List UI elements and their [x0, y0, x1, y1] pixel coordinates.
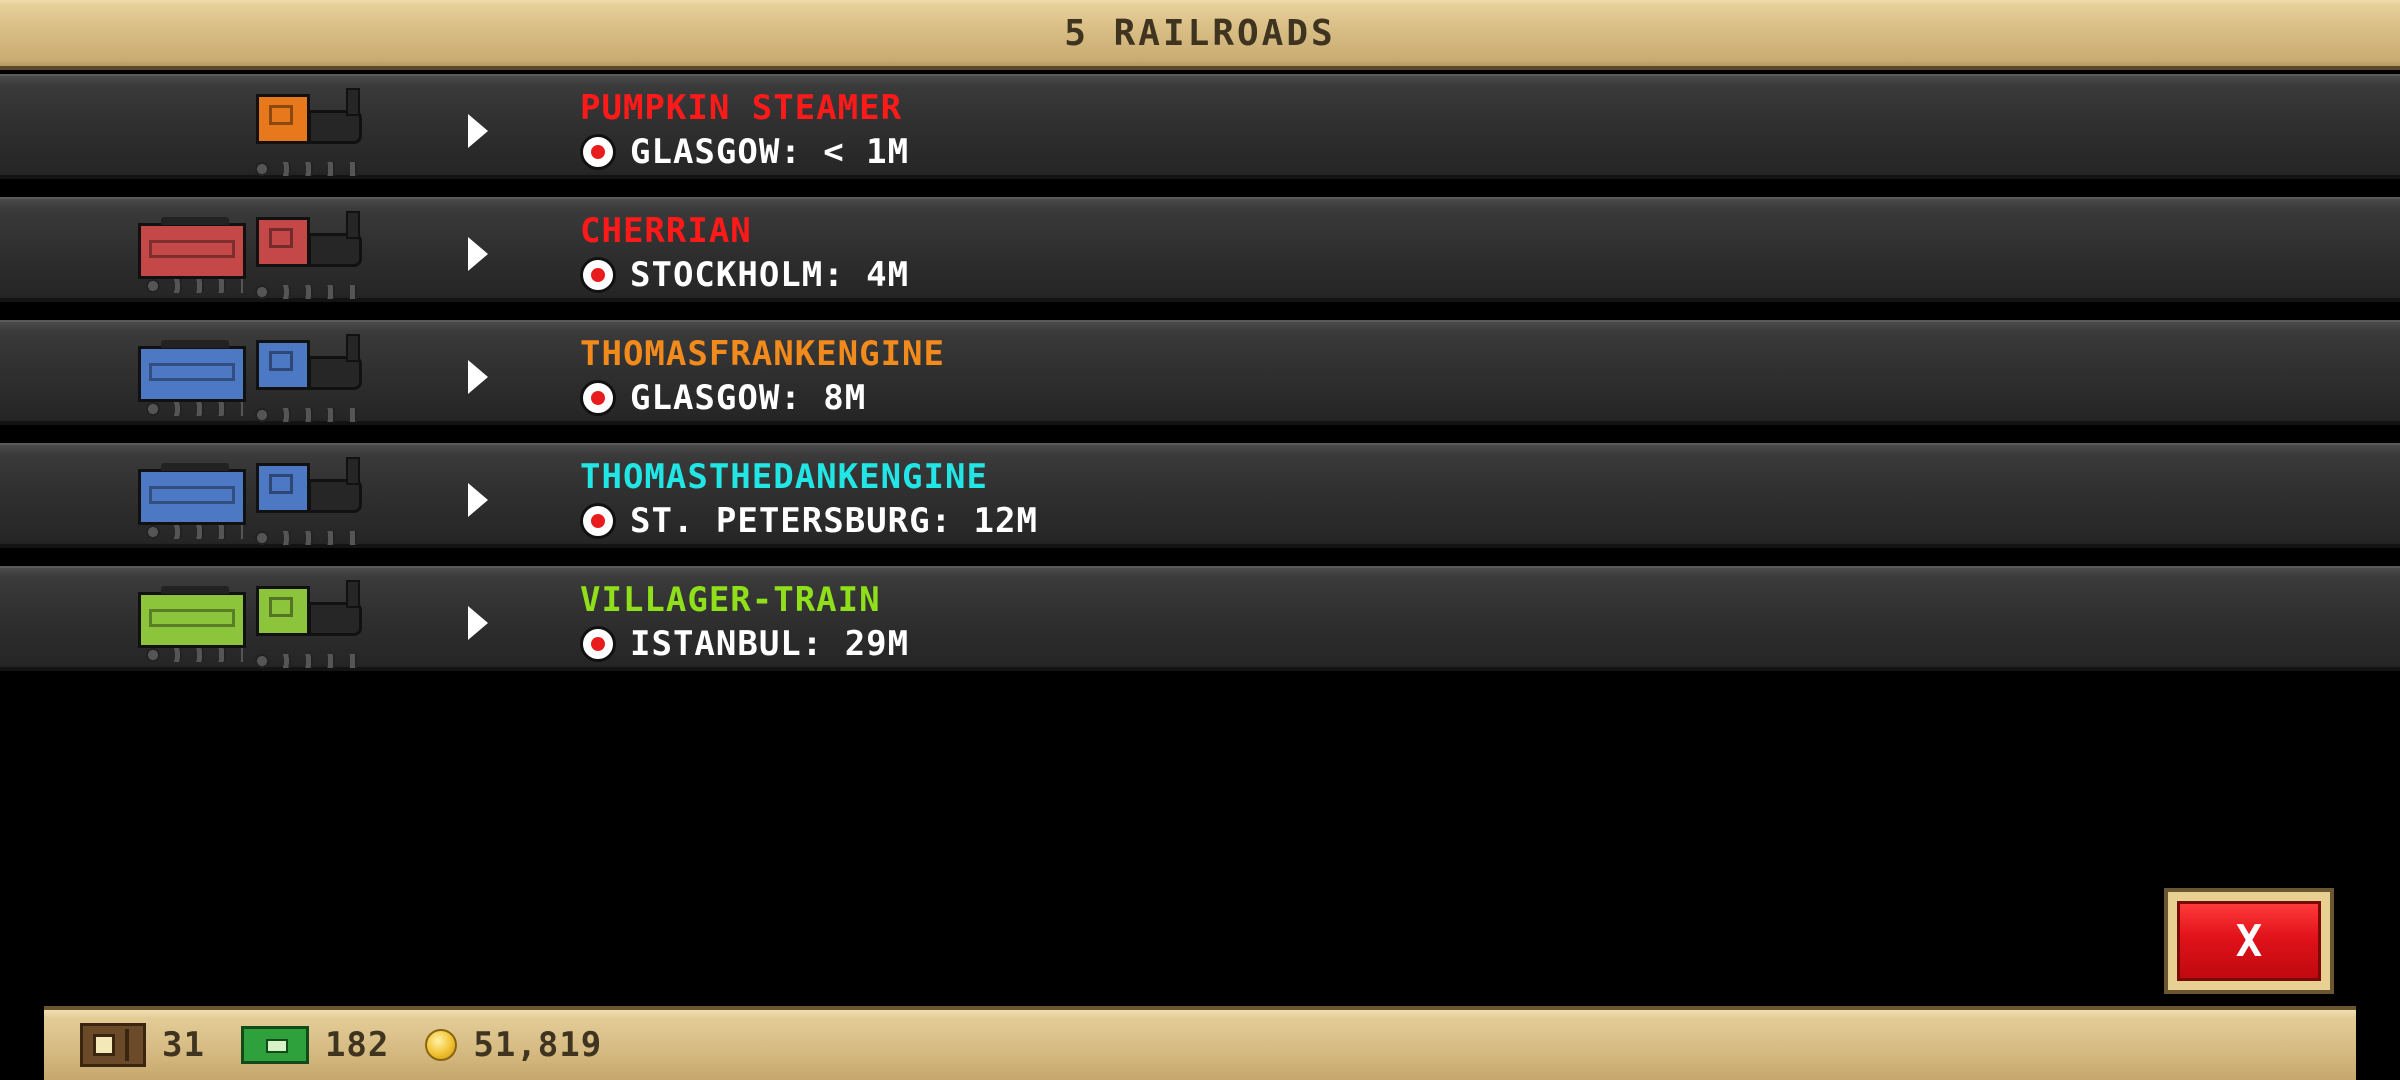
- locomotive-icon: [250, 86, 370, 176]
- header-bar: 5 RAILROADS: [0, 0, 2400, 70]
- locomotive-icon: [250, 578, 370, 668]
- station-marker-icon: [580, 626, 616, 662]
- railroads-screen: 5 RAILROADS PUMPKIN STEAMER GLASGOW: < 1…: [0, 0, 2400, 1080]
- play-arrow-icon[interactable]: [468, 237, 488, 271]
- tickets-stat: 31: [80, 1023, 205, 1067]
- play-arrow-icon[interactable]: [468, 360, 488, 394]
- locomotive-icon: [250, 209, 370, 299]
- station-label: GLASGOW: 8M: [630, 378, 867, 418]
- tickets-count: 31: [162, 1025, 205, 1065]
- station-info: STOCKHOLM: 4M: [580, 255, 909, 295]
- railroad-name: PUMPKIN STEAMER: [580, 88, 903, 128]
- tender-icon: [138, 217, 246, 293]
- page-title: 5 RAILROADS: [1064, 12, 1336, 54]
- train-sprite: [138, 455, 370, 545]
- railroad-name: THOMASTHEDANKENGINE: [580, 457, 988, 497]
- railroad-name: VILLAGER-TRAIN: [580, 580, 881, 620]
- station-label: GLASGOW: < 1M: [630, 132, 910, 172]
- station-label: ST. PETERSBURG: 12M: [630, 501, 1038, 541]
- railroad-row-villager-train[interactable]: VILLAGER-TRAIN ISTANBUL: 29M: [0, 566, 2400, 685]
- locomotive-icon: [250, 455, 370, 545]
- play-arrow-icon[interactable]: [468, 483, 488, 517]
- tender-icon: [138, 463, 246, 539]
- cash-stat: 182: [240, 1025, 390, 1065]
- play-arrow-icon[interactable]: [468, 606, 488, 640]
- cash-count: 182: [324, 1025, 390, 1065]
- train-sprite: [138, 578, 370, 668]
- railroad-name: THOMASFRANKENGINE: [580, 334, 945, 374]
- train-sprite: [138, 332, 370, 422]
- train-sprite: [250, 86, 370, 176]
- railroad-row-cherrian[interactable]: CHERRIAN STOCKHOLM: 4M: [0, 197, 2400, 316]
- station-info: GLASGOW: < 1M: [580, 132, 909, 172]
- tender-icon: [138, 340, 246, 416]
- station-info: ISTANBUL: 29M: [580, 624, 909, 664]
- play-arrow-icon[interactable]: [468, 114, 488, 148]
- coins-stat: 51,819: [425, 1025, 602, 1065]
- locomotive-icon: [250, 332, 370, 422]
- close-icon: X: [2177, 901, 2321, 981]
- station-marker-icon: [580, 503, 616, 539]
- station-marker-icon: [580, 257, 616, 293]
- railroad-list: PUMPKIN STEAMER GLASGOW: < 1M CHERRIAN S…: [0, 74, 2400, 689]
- railroad-row-thomasthedankengine[interactable]: THOMASTHEDANKENGINE ST. PETERSBURG: 12M: [0, 443, 2400, 562]
- coins-count: 51,819: [473, 1025, 603, 1065]
- coin-icon: [425, 1029, 458, 1061]
- railroad-row-pumpkin-steamer[interactable]: PUMPKIN STEAMER GLASGOW: < 1M: [0, 74, 2400, 193]
- station-info: GLASGOW: 8M: [580, 378, 866, 418]
- station-label: STOCKHOLM: 4M: [630, 255, 910, 295]
- station-info: ST. PETERSBURG: 12M: [580, 501, 1038, 541]
- station-label: ISTANBUL: 29M: [630, 624, 910, 664]
- station-marker-icon: [580, 380, 616, 416]
- ticket-icon: [80, 1023, 146, 1067]
- train-sprite: [138, 209, 370, 299]
- station-marker-icon: [580, 134, 616, 170]
- resource-bar: 31 182 51,819: [44, 1006, 2356, 1080]
- railroad-row-thomasfrankengine[interactable]: THOMASFRANKENGINE GLASGOW: 8M: [0, 320, 2400, 439]
- close-button[interactable]: X: [2164, 888, 2334, 994]
- tender-icon: [138, 586, 246, 662]
- cash-icon: [240, 1026, 309, 1064]
- railroad-name: CHERRIAN: [580, 211, 752, 251]
